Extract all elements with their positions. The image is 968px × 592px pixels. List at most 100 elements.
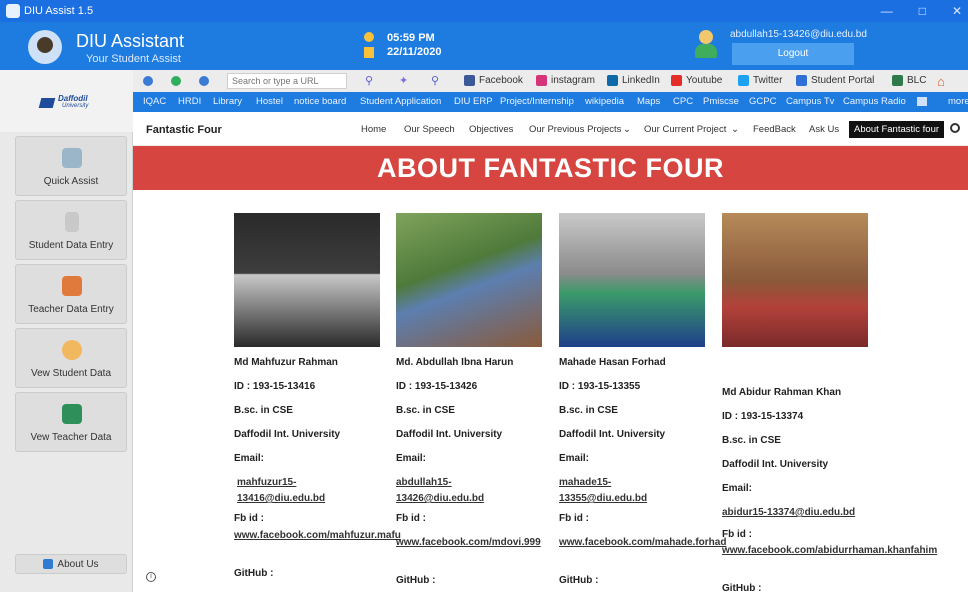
quicklink-notice-board[interactable]: notice board: [294, 96, 346, 107]
blc-icon: [892, 75, 903, 86]
quicklink-project-internship[interactable]: Project/Internship: [500, 96, 574, 107]
calendar-icon: [364, 47, 374, 58]
member-degree: B.sc. in CSE: [559, 405, 618, 416]
member-fb-link[interactable]: www.facebook.com/mdovi.999: [396, 535, 541, 551]
quicklink-more[interactable]: more: [948, 96, 968, 107]
minimize-icon[interactable]: —: [881, 4, 893, 18]
assistant-logo-icon: [28, 30, 62, 64]
bookmark-youtube[interactable]: Youtube: [671, 75, 722, 86]
quicklink-student-application[interactable]: Student Application: [360, 96, 441, 107]
member-photo: [722, 213, 868, 347]
student-view-icon: [62, 340, 82, 360]
member-id: ID : 193-15-13374: [722, 411, 804, 422]
quicklink-cpc[interactable]: CPC: [673, 96, 693, 107]
nav-our-speech[interactable]: Our Speech: [404, 124, 455, 135]
member-fb-label: Fb id :: [559, 513, 589, 524]
member-university: Daffodil Int. University: [396, 429, 503, 440]
back-icon[interactable]: [143, 76, 153, 86]
member-card: Md. Abdullah Ibna Harun ID : 193-15-1342…: [396, 213, 556, 586]
maximize-icon[interactable]: □: [919, 4, 926, 18]
home-icon[interactable]: ⌂: [937, 74, 945, 89]
bookmark-blc[interactable]: BLC: [892, 75, 926, 86]
nav-current-project[interactable]: Our Current Project: [644, 124, 726, 135]
url-input[interactable]: [227, 73, 347, 89]
member-degree: B.sc. in CSE: [396, 405, 455, 416]
quicklink-pmiscse[interactable]: Pmiscse: [703, 96, 739, 107]
quicklink-iqac[interactable]: IQAC: [143, 96, 166, 107]
forward-icon[interactable]: [199, 76, 209, 86]
linkedin-icon: [607, 75, 618, 86]
bookmark-linkedin[interactable]: LinkedIn: [607, 75, 660, 86]
member-github-label: GitHub :: [234, 568, 274, 579]
bookmark-facebook[interactable]: Facebook: [464, 75, 523, 86]
member-card: Mahade Hasan Forhad ID : 193-15-13355 B.…: [559, 213, 726, 586]
quicklink-library[interactable]: Library: [213, 96, 242, 107]
sidebar-item-student-data-entry[interactable]: Student Data Entry: [15, 200, 127, 260]
sidebar-item-quick-assist[interactable]: Quick Assist: [15, 136, 127, 196]
member-fb-label: Fb id :: [722, 529, 752, 540]
member-university: Daffodil Int. University: [559, 429, 666, 440]
bookmark-twitter[interactable]: Twitter: [738, 75, 782, 86]
nav-about[interactable]: About Fantastic four: [849, 121, 945, 138]
member-email[interactable]: abdullah15-13426@diu.edu.bd: [396, 475, 501, 507]
nav-feedback[interactable]: FeedBack: [753, 124, 796, 135]
quicklink-diu-erp[interactable]: DIU ERP: [454, 96, 493, 107]
member-fb-link[interactable]: www.facebook.com/mahfuzur.mafu: [234, 528, 401, 544]
member-university: Daffodil Int. University: [722, 459, 829, 470]
nav-previous-projects[interactable]: Our Previous Projects: [529, 124, 621, 135]
quicklink-hrdi[interactable]: HRDI: [178, 96, 201, 107]
quicklink-hostel[interactable]: Hostel: [256, 96, 283, 107]
window-title: DIU Assist 1.5: [24, 5, 94, 17]
quicklink-maps[interactable]: Maps: [637, 96, 660, 107]
refresh-icon[interactable]: [171, 76, 181, 86]
member-name: Mahade Hasan Forhad: [559, 357, 666, 368]
quicklink-gcpc[interactable]: GCPC: [749, 96, 776, 107]
member-card: Md Abidur Rahman Khan ID : 193-15-13374 …: [722, 213, 937, 592]
sidebar-item-view-teacher-data[interactable]: Vew Teacher Data: [15, 392, 127, 452]
nav-home[interactable]: Home: [361, 124, 386, 135]
info-icon: [43, 559, 54, 569]
quicklink-campus-radio[interactable]: Campus Radio: [843, 96, 906, 107]
nav-ask-us[interactable]: Ask Us: [809, 124, 839, 135]
quicklink-campus-tv[interactable]: Campus Tv: [786, 96, 834, 107]
member-github-label: GitHub :: [396, 575, 436, 586]
teacher-view-icon: [62, 404, 82, 424]
logout-button[interactable]: Logout: [732, 43, 854, 65]
bookmark-student-portal[interactable]: Student Portal: [796, 75, 874, 86]
member-id: ID : 193-15-13426: [396, 381, 478, 392]
chevron-down-icon[interactable]: ⌄: [731, 124, 739, 135]
member-email[interactable]: abidur15-13374@diu.edu.bd: [722, 505, 872, 521]
member-card: Md Mahfuzur Rahman ID : 193-15-13416 B.s…: [234, 213, 401, 579]
member-fb-link[interactable]: www.facebook.com/mahade.forhad: [559, 535, 726, 551]
member-fb-label: Fb id :: [234, 513, 264, 524]
site-navbar: Fantastic Four Home Our Speech Objective…: [133, 112, 968, 146]
page-banner: ABOUT FANTASTIC FOUR: [133, 146, 968, 190]
member-degree: B.sc. in CSE: [722, 435, 781, 446]
nav-objectives[interactable]: Objectives: [469, 124, 513, 135]
chevron-down-icon[interactable]: ⌄: [623, 124, 631, 135]
bookmark-instagram[interactable]: instagram: [536, 75, 595, 86]
app-icon: [6, 4, 20, 18]
zoom-icon[interactable]: ⚲: [431, 74, 439, 87]
sidebar-item-view-student-data[interactable]: Vew Student Data: [15, 328, 127, 388]
member-fb-link[interactable]: www.facebook.com/abidurrhaman.khanfahim: [722, 543, 937, 559]
close-icon[interactable]: ✕: [952, 4, 962, 18]
quicklink-wikipedia[interactable]: wikipedia: [585, 96, 624, 107]
about-us-button[interactable]: About Us: [15, 554, 127, 574]
youtube-icon: [671, 75, 682, 86]
search-icon[interactable]: [950, 123, 960, 133]
expand-icon[interactable]: [917, 97, 927, 106]
sidebar-item-teacher-data-entry[interactable]: Teacher Data Entry: [15, 264, 127, 324]
facebook-icon: [464, 75, 475, 86]
member-email[interactable]: mahade15-13355@diu.edu.bd: [559, 475, 664, 507]
quicklinks-bar: IQAC HRDI Library Hostel notice board St…: [133, 92, 968, 112]
app-subtitle: Your Student Assist: [86, 53, 181, 65]
site-title[interactable]: Fantastic Four: [146, 124, 222, 136]
member-name: Md Mahfuzur Rahman: [234, 357, 338, 368]
info-icon[interactable]: i: [146, 572, 156, 582]
search-icon[interactable]: ⚲: [365, 74, 373, 87]
magic-icon[interactable]: ✦: [399, 74, 408, 87]
portal-icon: [796, 75, 807, 86]
app-title: DIU Assistant: [76, 31, 185, 51]
member-email[interactable]: mahfuzur15-13416@diu.edu.bd: [234, 475, 339, 507]
